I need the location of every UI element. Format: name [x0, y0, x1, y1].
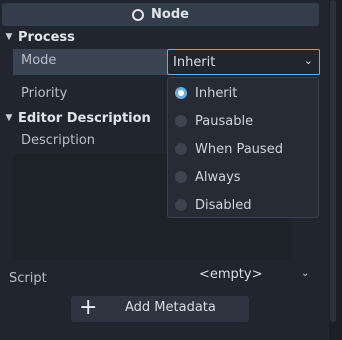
dropdown-option[interactable]: When Paused [168, 135, 318, 163]
plus-icon: + [79, 295, 98, 320]
radio-unselected-icon [175, 199, 187, 211]
option-label: Disabled [195, 197, 252, 213]
property-row-description: Description [21, 131, 95, 149]
mode-select-value: Inherit [173, 54, 216, 70]
radio-unselected-icon [175, 171, 187, 183]
inspector-panel: Node ▼ Process Mode Inherit ⌄ Priority ▼… [0, 0, 330, 340]
node-title: Node [151, 7, 189, 22]
dropdown-option[interactable]: Always [168, 163, 318, 191]
option-label: Pausable [195, 113, 254, 129]
dropdown-option[interactable]: Inherit [168, 79, 318, 107]
mode-label: Mode [21, 53, 57, 68]
dropdown-option[interactable]: Disabled [168, 191, 318, 219]
priority-label: Priority [21, 85, 68, 101]
description-label: Description [21, 132, 96, 148]
section-process-label: Process [18, 29, 75, 45]
property-row-script: Script <empty> ⌄ [9, 267, 319, 289]
add-metadata-label: Add Metadata [125, 300, 216, 315]
script-label: Script [9, 270, 47, 286]
node-circle-icon [132, 8, 145, 21]
node-header: Node [2, 3, 319, 26]
mode-dropdown-menu: Inherit Pausable When Paused Always Disa… [167, 77, 319, 218]
option-label: Always [195, 169, 241, 185]
option-label: When Paused [195, 141, 283, 157]
chevron-down-icon: ▼ [5, 32, 13, 42]
radio-unselected-icon [175, 143, 187, 155]
scrollbar-thumb[interactable] [330, 0, 336, 322]
section-process[interactable]: ▼ Process [0, 27, 320, 47]
add-metadata-button[interactable]: + Add Metadata [71, 296, 249, 322]
script-value[interactable]: <empty> [199, 267, 263, 282]
chevron-down-icon[interactable]: ⌄ [301, 268, 309, 279]
section-editor-description-label: Editor Description [18, 110, 151, 126]
scrollbar[interactable] [329, 0, 342, 340]
mode-select[interactable]: Inherit ⌄ [167, 49, 320, 75]
option-label: Inherit [195, 85, 238, 101]
radio-selected-icon [175, 87, 187, 99]
property-row-priority: Priority [21, 84, 67, 102]
dropdown-option[interactable]: Pausable [168, 107, 318, 135]
chevron-down-icon: ⌄ [303, 54, 313, 67]
property-row-mode: Mode Inherit ⌄ [13, 49, 320, 75]
chevron-down-icon: ▼ [5, 113, 13, 123]
radio-unselected-icon [175, 115, 187, 127]
